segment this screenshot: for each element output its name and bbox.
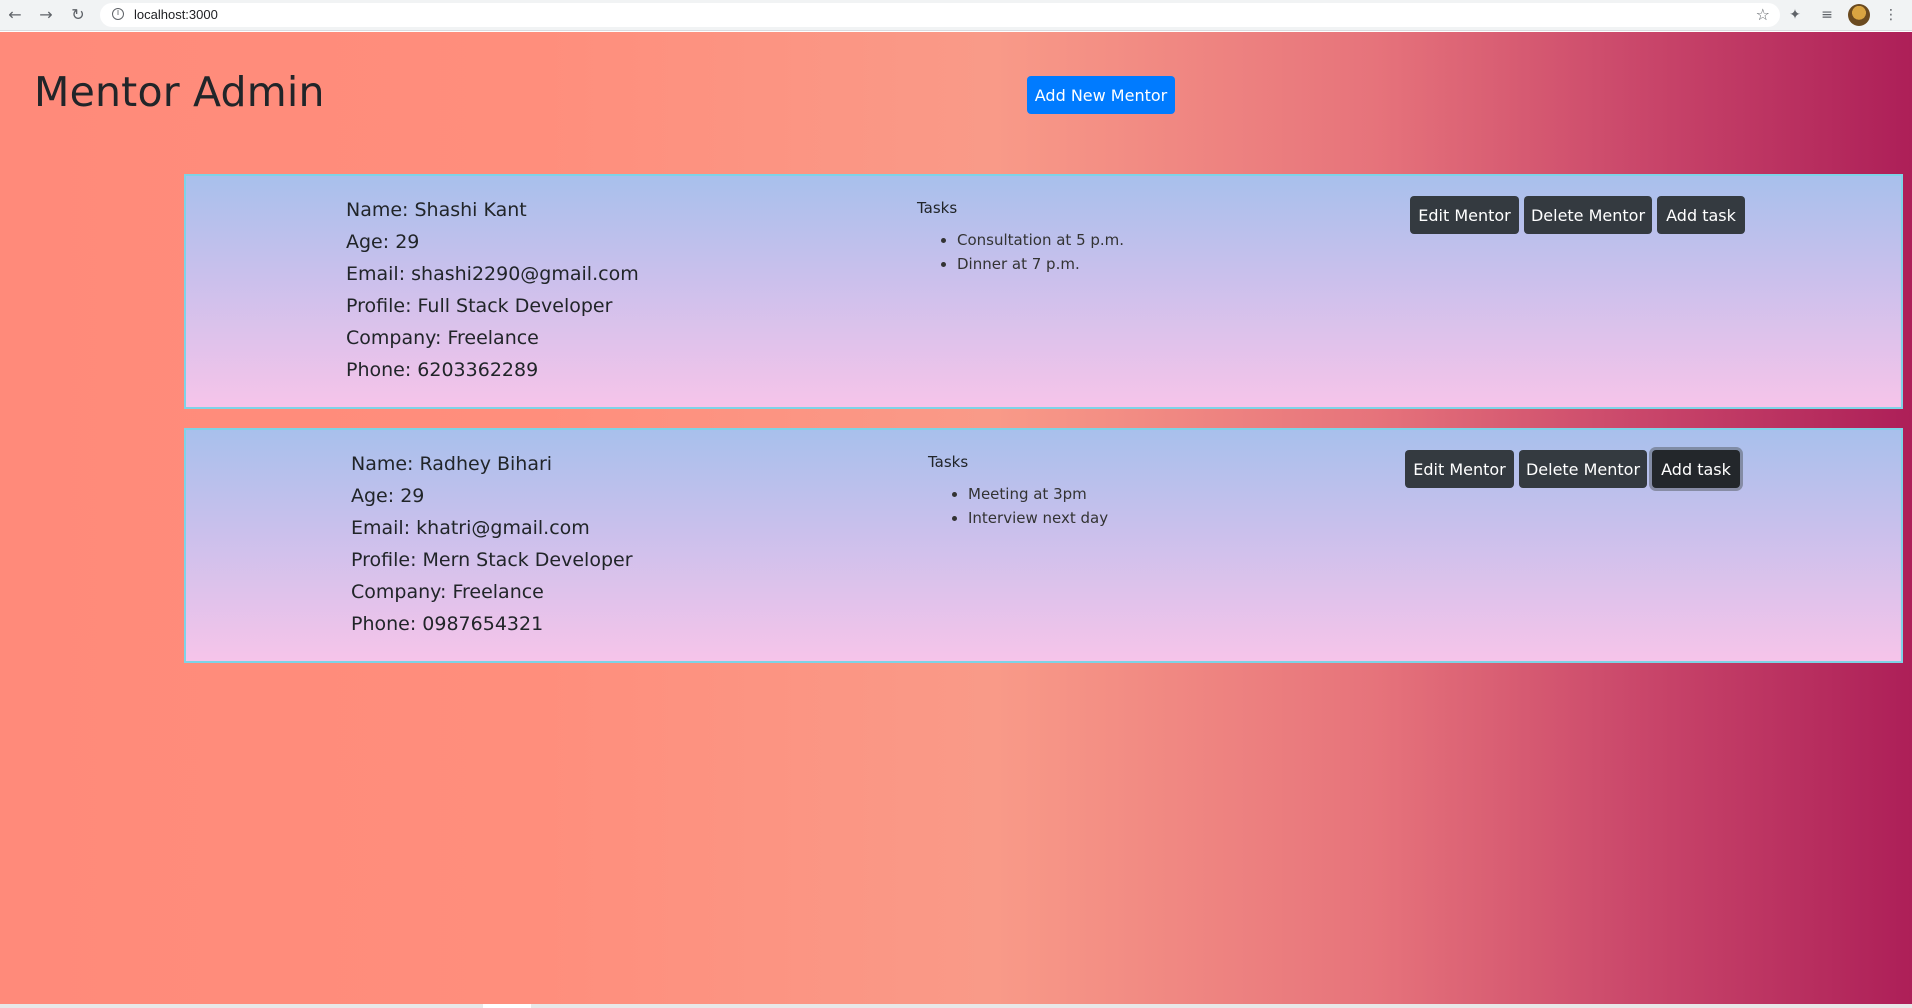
forward-arrow-icon[interactable]: → — [36, 5, 56, 25]
reload-icon[interactable]: ↻ — [68, 5, 88, 25]
delete-mentor-button[interactable]: Delete Mentor — [1519, 450, 1647, 488]
address-bar[interactable]: i localhost:3000 ☆ — [100, 3, 1780, 27]
mentor-name: Name: Shashi Kant — [346, 199, 527, 221]
mentor-age: Age: 29 — [346, 231, 420, 253]
back-arrow-icon[interactable]: ← — [5, 5, 25, 25]
page-title: Mentor Admin — [34, 68, 325, 116]
info-icon[interactable]: i — [112, 8, 124, 20]
mentor-email: Email: khatri@gmail.com — [351, 517, 590, 539]
mentor-email: Email: shashi2290@gmail.com — [346, 263, 639, 285]
reading-list-icon[interactable]: ≡ — [1817, 5, 1837, 25]
mentor-name: Name: Radhey Bihari — [351, 453, 553, 475]
tasks-list: Meeting at 3pm Interview next day — [928, 482, 1108, 530]
edit-mentor-button[interactable]: Edit Mentor — [1410, 196, 1519, 234]
add-task-button[interactable]: Add task — [1657, 196, 1745, 234]
task-item: Dinner at 7 p.m. — [957, 252, 1124, 276]
task-item: Interview next day — [968, 506, 1108, 530]
browser-toolbar: ← → ↻ i localhost:3000 ☆ ✦ ≡ ⋮ — [0, 0, 1912, 31]
mentor-card: Name: Shashi Kant Age: 29 Email: shashi2… — [184, 174, 1903, 409]
mentor-info: Name: Radhey Bihari Age: 29 Email: khatr… — [351, 448, 633, 640]
star-icon[interactable]: ☆ — [1756, 5, 1770, 24]
page-content: Mentor Admin Add New Mentor Name: Shashi… — [0, 32, 1912, 1005]
more-menu-icon[interactable]: ⋮ — [1881, 5, 1901, 25]
mentor-company: Company: Freelance — [346, 327, 539, 349]
horizontal-scrollbar[interactable] — [0, 1004, 1912, 1008]
task-item: Consultation at 5 p.m. — [957, 228, 1124, 252]
mentor-profile: Profile: Mern Stack Developer — [351, 549, 633, 571]
mentor-phone: Phone: 0987654321 — [351, 613, 544, 635]
avatar[interactable] — [1848, 4, 1870, 26]
url-text[interactable]: localhost:3000 — [134, 7, 218, 22]
task-item: Meeting at 3pm — [968, 482, 1108, 506]
mentor-info: Name: Shashi Kant Age: 29 Email: shashi2… — [346, 194, 639, 386]
mentor-phone: Phone: 6203362289 — [346, 359, 539, 381]
mentor-age: Age: 29 — [351, 485, 425, 507]
add-new-mentor-button[interactable]: Add New Mentor — [1027, 76, 1175, 114]
edit-mentor-button[interactable]: Edit Mentor — [1405, 450, 1514, 488]
delete-mentor-button[interactable]: Delete Mentor — [1524, 196, 1652, 234]
tasks-heading: Tasks — [917, 199, 958, 217]
tasks-list: Consultation at 5 p.m. Dinner at 7 p.m. — [917, 228, 1124, 276]
add-task-button[interactable]: Add task — [1652, 450, 1740, 488]
extensions-icon[interactable]: ✦ — [1785, 5, 1805, 25]
mentor-company: Company: Freelance — [351, 581, 544, 603]
mentor-profile: Profile: Full Stack Developer — [346, 295, 613, 317]
scrollbar-thumb[interactable] — [483, 1004, 531, 1008]
mentor-card: Name: Radhey Bihari Age: 29 Email: khatr… — [184, 428, 1903, 663]
tasks-heading: Tasks — [928, 453, 969, 471]
